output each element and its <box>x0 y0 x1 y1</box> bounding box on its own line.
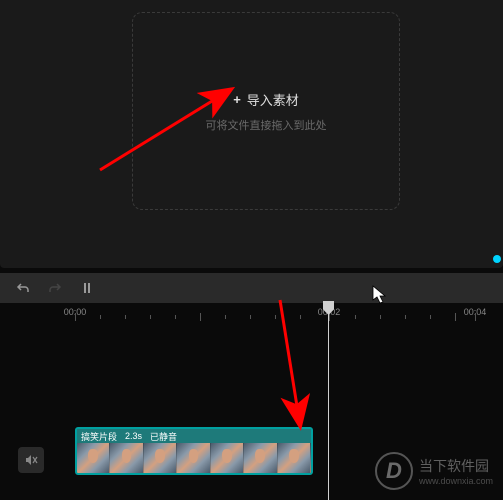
annotation-arrow-2 <box>250 295 350 445</box>
tick <box>75 313 76 321</box>
tick <box>455 313 456 321</box>
tick <box>200 313 201 321</box>
tick <box>125 315 126 319</box>
thumbnail <box>177 443 210 473</box>
tick <box>225 315 226 319</box>
tick <box>475 313 476 321</box>
tick <box>405 315 406 319</box>
clip-name: 搞笑片段 <box>81 430 117 443</box>
track-mute-button[interactable] <box>18 447 44 473</box>
split-button[interactable] <box>76 277 98 299</box>
redo-button[interactable] <box>44 277 66 299</box>
thumbnail <box>211 443 244 473</box>
watermark-name: 当下软件园 <box>419 456 493 476</box>
clip-status: 已静音 <box>150 430 177 443</box>
indicator-dot <box>493 255 501 263</box>
tick <box>355 315 356 319</box>
tick <box>380 315 381 319</box>
thumbnail <box>278 443 311 473</box>
watermark-logo: D <box>375 452 413 490</box>
thumbnail <box>144 443 177 473</box>
clip-thumbnails <box>77 443 311 473</box>
mouse-cursor-icon <box>372 285 388 305</box>
tick <box>100 315 101 319</box>
annotation-arrow-1 <box>90 80 270 180</box>
watermark: D 当下软件园 www.downxia.com <box>375 452 493 490</box>
clip-duration: 2.3s <box>125 431 142 441</box>
watermark-text: 当下软件园 www.downxia.com <box>419 456 493 486</box>
tick <box>150 315 151 319</box>
split-icon <box>80 281 94 295</box>
undo-button[interactable] <box>12 277 34 299</box>
tick <box>430 315 431 319</box>
watermark-url: www.downxia.com <box>419 476 493 486</box>
redo-icon <box>48 281 62 295</box>
undo-icon <box>16 281 30 295</box>
thumbnail <box>110 443 143 473</box>
speaker-muted-icon <box>24 453 38 467</box>
thumbnail <box>77 443 110 473</box>
tick <box>175 315 176 319</box>
thumbnail <box>244 443 277 473</box>
